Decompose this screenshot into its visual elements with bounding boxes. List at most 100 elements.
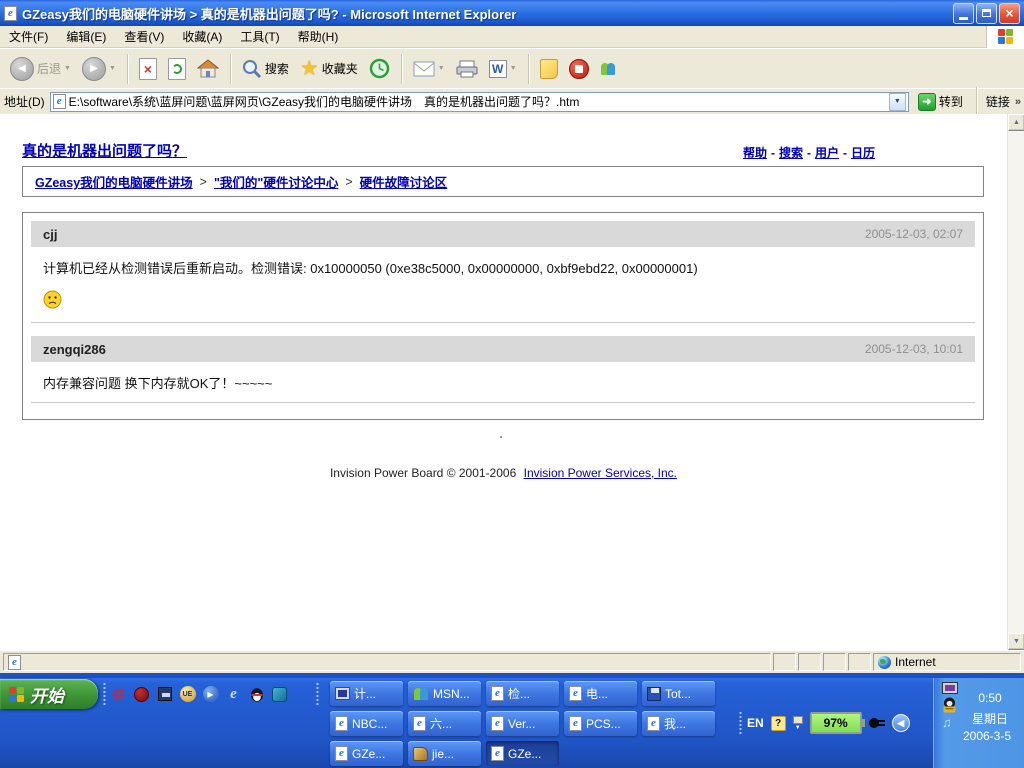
restore-button[interactable] bbox=[976, 3, 997, 24]
stop-button[interactable]: × bbox=[135, 52, 161, 86]
links-chevron-icon[interactable]: » bbox=[1015, 96, 1020, 108]
menu-view[interactable]: 查看(V) bbox=[115, 25, 173, 48]
home-button[interactable] bbox=[193, 52, 223, 86]
taskbar-button[interactable]: e电... bbox=[564, 681, 637, 706]
internet-explorer-icon[interactable]: e bbox=[225, 686, 242, 703]
scroll-down-button[interactable]: ▼ bbox=[1008, 633, 1024, 650]
windows-media-player-icon[interactable]: ▶ bbox=[202, 686, 219, 703]
ie-page-icon: e bbox=[413, 716, 426, 731]
media-player-classic-icon[interactable] bbox=[156, 686, 173, 703]
qq-icon[interactable] bbox=[248, 686, 265, 703]
stop-icon: × bbox=[139, 58, 157, 80]
menu-file[interactable]: 文件(F) bbox=[0, 25, 57, 48]
forward-button[interactable]: ▶ ▼ bbox=[78, 52, 120, 86]
ibm-tools-icon[interactable] bbox=[133, 686, 150, 703]
print-button[interactable] bbox=[452, 52, 482, 86]
windows-logo-throbber bbox=[986, 26, 1024, 48]
taskbar-grip[interactable] bbox=[316, 682, 319, 706]
breadcrumb-link-forum[interactable]: 硬件故障讨论区 bbox=[360, 172, 448, 191]
dictionary-button[interactable] bbox=[565, 52, 593, 86]
search-icon bbox=[242, 59, 262, 79]
nav-link-calendar[interactable]: 日历 bbox=[851, 146, 875, 160]
taskbar-button[interactable]: eVer... bbox=[486, 711, 559, 736]
forward-icon: ▶ bbox=[82, 57, 106, 81]
taskbar-button[interactable]: 计... bbox=[330, 681, 403, 706]
ime-options-icon[interactable]: ▼ bbox=[793, 716, 803, 731]
internet-globe-icon bbox=[878, 656, 891, 669]
ultraedit-icon[interactable]: UE bbox=[179, 686, 196, 703]
footer-vendor-link[interactable]: Invision Power Services, Inc. bbox=[524, 466, 677, 480]
forward-dropdown-icon: ▼ bbox=[109, 65, 116, 72]
ac-power-plug-icon[interactable] bbox=[869, 717, 885, 729]
links-label[interactable]: 链接 bbox=[986, 93, 1010, 110]
minimize-icon bbox=[959, 17, 968, 20]
vertical-scrollbar[interactable]: ▲ ▼ bbox=[1007, 114, 1024, 650]
toolbar-separator bbox=[401, 54, 402, 84]
taskbar-button[interactable]: e六... bbox=[408, 711, 481, 736]
status-bar: e Internet bbox=[0, 650, 1024, 673]
status-pane bbox=[773, 653, 796, 671]
ime-help-icon[interactable]: ? bbox=[771, 716, 786, 731]
notes-button[interactable] bbox=[536, 52, 562, 86]
go-button[interactable]: ➜ 转到 bbox=[914, 91, 967, 113]
address-input[interactable] bbox=[69, 94, 886, 110]
ie-page-icon: e bbox=[491, 746, 504, 761]
start-button[interactable]: 开始 bbox=[0, 679, 98, 709]
post-row: zengqi286 2005-12-03, 10:01 内存兼容问题 换下内存就… bbox=[31, 336, 975, 403]
menu-tools[interactable]: 工具(T) bbox=[231, 25, 288, 48]
favorites-button[interactable]: ★ 收藏夹 bbox=[296, 52, 362, 86]
breadcrumb-link-board[interactable]: GZeasy我们的电脑硬件讲场 bbox=[35, 172, 193, 191]
menu-bar: 文件(F) 编辑(E) 查看(V) 收藏(A) 工具(T) 帮助(H) bbox=[0, 26, 1024, 48]
hide-icons-chevron-button[interactable]: ◀ bbox=[892, 714, 910, 732]
topic-title-link[interactable]: 真的是机器出问题了吗？ bbox=[22, 140, 187, 161]
scroll-up-button[interactable]: ▲ bbox=[1008, 114, 1024, 131]
clock-time[interactable]: 0:50 bbox=[960, 691, 1020, 705]
nav-link-members[interactable]: 用户 bbox=[815, 146, 839, 160]
taskbar-button[interactable]: Tot... bbox=[642, 681, 715, 706]
restore-icon bbox=[982, 9, 991, 17]
taskbar-button-active[interactable]: eGZe... bbox=[486, 741, 559, 766]
address-bar: 地址(D) e ▼ ➜ 转到 链接 » bbox=[0, 88, 1024, 114]
status-zone-label: Internet bbox=[895, 655, 936, 669]
language-indicator[interactable]: EN bbox=[747, 716, 764, 730]
history-button[interactable] bbox=[365, 52, 394, 86]
taskbar-button[interactable]: e检... bbox=[486, 681, 559, 706]
my-computer-icon bbox=[335, 687, 350, 700]
nav-link-search[interactable]: 搜索 bbox=[779, 146, 803, 160]
menu-help[interactable]: 帮助(H) bbox=[289, 25, 348, 48]
windows-messenger-icon[interactable] bbox=[271, 686, 288, 703]
close-button[interactable]: × bbox=[999, 3, 1020, 24]
taskbar-button[interactable]: eGZe... bbox=[330, 741, 403, 766]
menu-favorites[interactable]: 收藏(A) bbox=[173, 25, 231, 48]
taskbar-button[interactable]: e我... bbox=[642, 711, 715, 736]
taskbar-button[interactable]: ePCS... bbox=[564, 711, 637, 736]
messenger-button[interactable] bbox=[596, 52, 620, 86]
flashget-icon[interactable]: G bbox=[110, 686, 127, 703]
clock-weekday: 星期日 bbox=[960, 710, 1020, 727]
mail-icon bbox=[413, 61, 435, 77]
battery-indicator[interactable]: 97% bbox=[810, 712, 862, 734]
qq-tray-icon[interactable] bbox=[942, 697, 957, 717]
address-dropdown-button[interactable]: ▼ bbox=[889, 93, 906, 111]
music-player-tray-icon[interactable]: ♫ bbox=[942, 715, 952, 730]
quicklaunch-grip[interactable] bbox=[103, 682, 106, 706]
unsure-face-emoticon bbox=[43, 290, 963, 312]
post-text: 计算机已经从检测错误后重新启动。检测错误: 0x10000050 (0xe38c… bbox=[43, 258, 963, 277]
refresh-button[interactable] bbox=[164, 52, 190, 86]
search-button[interactable]: 搜索 bbox=[238, 52, 293, 86]
screen: e GZeasy我们的电脑硬件讲场 > 真的是机器出问题了吗? - Micros… bbox=[0, 0, 1024, 768]
breadcrumb: GZeasy我们的电脑硬件讲场 > "我们的"硬件讨论中心 > 硬件故障讨论区 bbox=[22, 166, 984, 197]
mail-button[interactable]: ▼ bbox=[409, 52, 449, 86]
minimize-button[interactable] bbox=[953, 3, 974, 24]
post-text: 内存兼容问题 换下内存就OK了！~~~~~ bbox=[43, 373, 963, 392]
status-pane bbox=[798, 653, 821, 671]
edit-with-word-button[interactable]: W ▼ bbox=[485, 52, 521, 86]
taskbar-button[interactable]: eNBC... bbox=[330, 711, 403, 736]
nav-link-help[interactable]: 帮助 bbox=[743, 146, 767, 160]
taskbar-button[interactable]: jie... bbox=[408, 741, 481, 766]
display-tray-icon[interactable] bbox=[942, 682, 958, 694]
menu-edit[interactable]: 编辑(E) bbox=[57, 25, 115, 48]
back-button[interactable]: ◀ 后退 ▼ bbox=[6, 52, 75, 86]
breadcrumb-link-category[interactable]: "我们的"硬件讨论中心 bbox=[214, 172, 338, 191]
taskbar-button[interactable]: MSN... bbox=[408, 681, 481, 706]
